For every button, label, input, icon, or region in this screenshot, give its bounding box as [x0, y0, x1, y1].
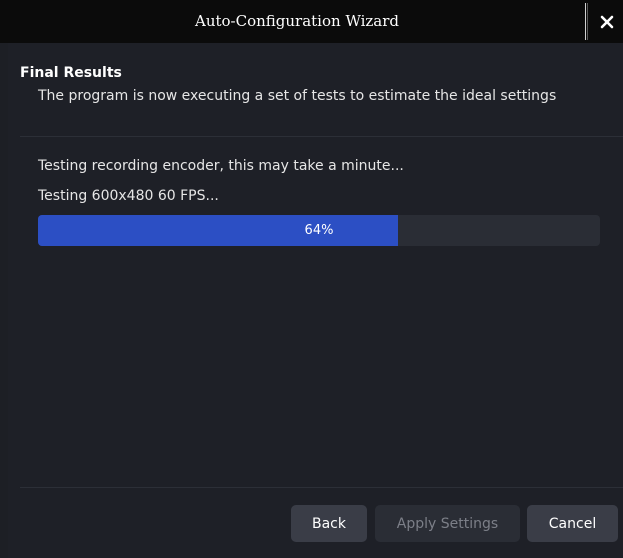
window-title: Auto-Configuration Wizard — [194, 12, 400, 30]
wizard-content: Final Results The program is now executi… — [8, 43, 623, 558]
wizard-window: Auto-Configuration Wizard Final Results … — [0, 0, 623, 558]
page-description: The program is now executing a set of te… — [38, 88, 557, 104]
page-title: Final Results — [20, 65, 122, 81]
header-divider — [20, 136, 623, 137]
title-bar[interactable]: Auto-Configuration Wizard — [0, 0, 623, 43]
progress-label: 64% — [304, 223, 334, 238]
title-separator — [585, 3, 588, 40]
close-icon — [600, 15, 613, 28]
footer-divider — [20, 487, 623, 488]
status-text-encoder: Testing recording encoder, this may take… — [38, 158, 404, 174]
status-text-resolution: Testing 600x480 60 FPS... — [38, 188, 219, 204]
cancel-button[interactable]: Cancel — [527, 505, 618, 542]
apply-settings-button[interactable]: Apply Settings — [375, 505, 520, 542]
progress-bar: 64% — [38, 215, 600, 246]
close-button[interactable] — [590, 0, 623, 43]
back-button[interactable]: Back — [291, 505, 367, 542]
